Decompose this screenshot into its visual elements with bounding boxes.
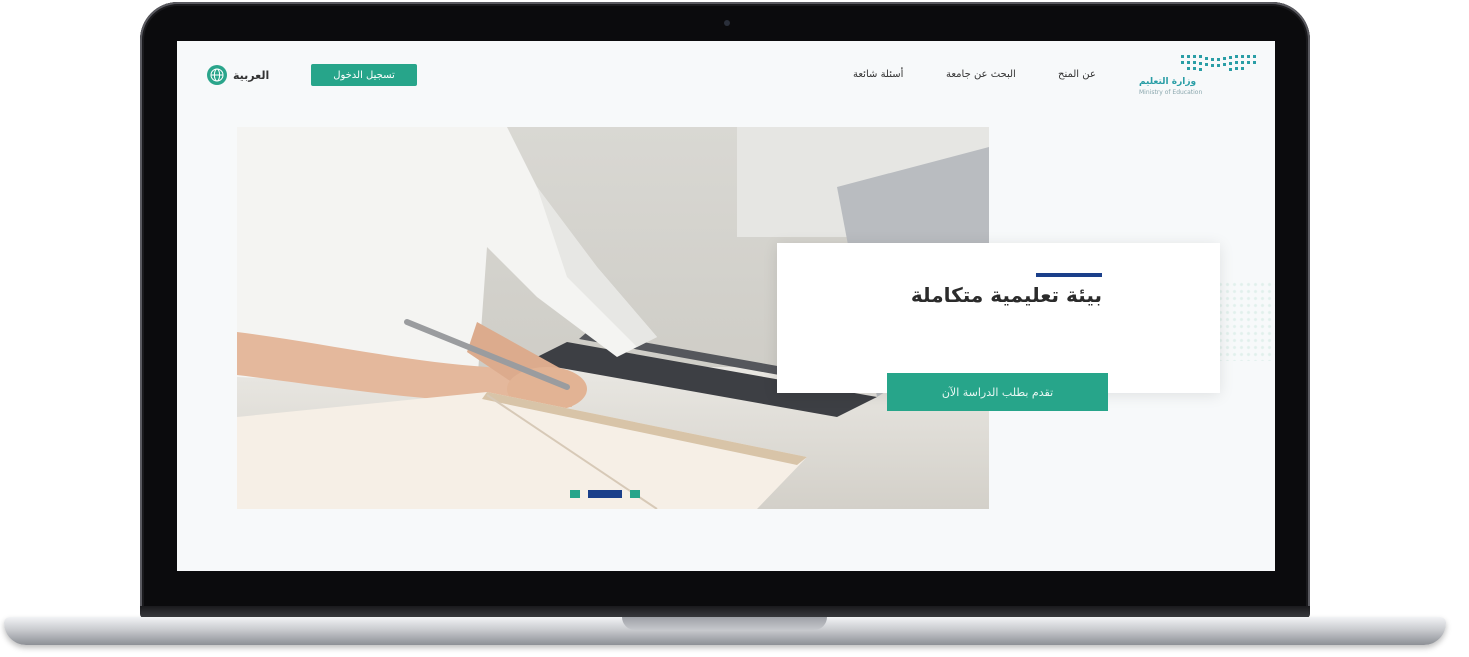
- slider-dots: [570, 490, 640, 498]
- nav-find-university[interactable]: البحث عن جامعة: [946, 69, 1016, 80]
- slider-dot-1[interactable]: [570, 490, 580, 498]
- hero-title: بيئة تعليمية متكاملة: [910, 283, 1102, 307]
- language-label: العربية: [233, 68, 270, 82]
- nav-faq[interactable]: أسئلة شائعة: [853, 69, 903, 80]
- decorative-pattern: [1217, 281, 1275, 361]
- browser-screen: العربية تسجيل الدخول أسئلة شائعة البحث ع…: [177, 41, 1275, 571]
- slider-dot-3[interactable]: [630, 490, 640, 498]
- title-accent-bar: [1036, 273, 1102, 277]
- slider-dot-2[interactable]: [588, 490, 622, 498]
- globe-icon: [207, 65, 227, 85]
- apply-now-button[interactable]: تقدم بطلب الدراسة الآن: [887, 373, 1108, 411]
- login-button[interactable]: تسجيل الدخول: [311, 64, 417, 86]
- logo-subtitle: Ministry of Education: [1139, 89, 1203, 96]
- camera-icon: [724, 20, 730, 26]
- language-switcher[interactable]: العربية: [207, 65, 269, 85]
- logo-text: وزارة التعليم: [1139, 77, 1197, 87]
- hero-card: بيئة تعليمية متكاملة: [777, 243, 1220, 393]
- nav-about-scholarships[interactable]: عن المنح: [1058, 69, 1096, 80]
- laptop-notch: [622, 617, 827, 630]
- site-header: العربية تسجيل الدخول أسئلة شائعة البحث ع…: [177, 41, 1275, 111]
